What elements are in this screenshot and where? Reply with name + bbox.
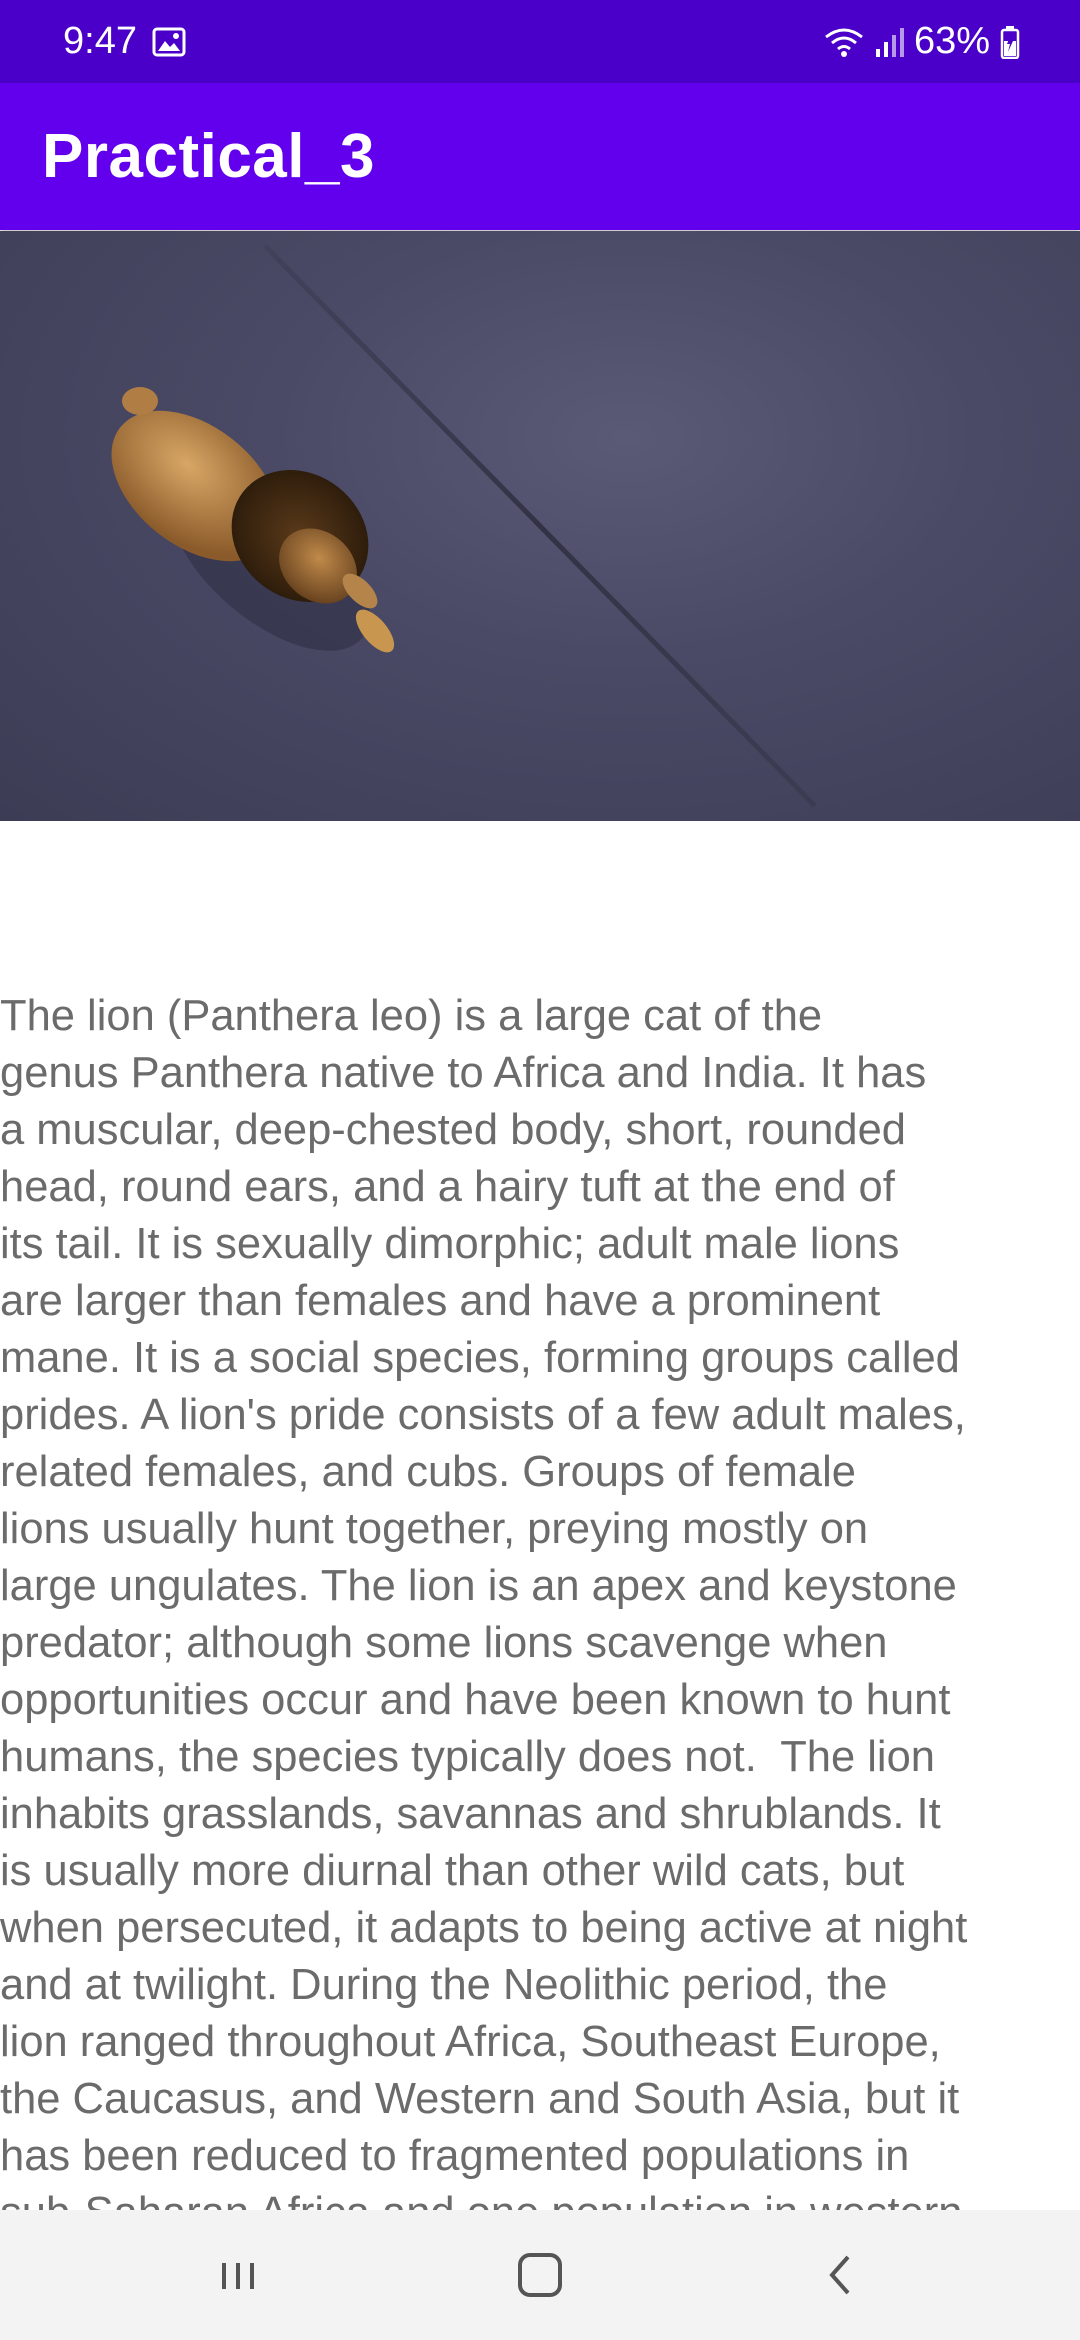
image-icon [152,27,186,57]
status-time: 9:47 [63,20,137,62]
system-nav-bar [0,2210,1080,2340]
battery-percent: 63% [913,20,990,62]
recents-icon[interactable] [208,2245,268,2305]
home-icon[interactable] [510,2245,570,2305]
status-bar: 9:47 63% [0,0,1080,83]
lion-description: The lion (Panthera leo) is a large cat o… [0,992,968,2210]
signal-icon [875,27,904,57]
lion-model-view[interactable] [0,231,1080,821]
battery-icon [1000,25,1020,59]
app-bar: Practical_3 [0,83,1080,230]
lion-model-illustration [111,244,817,808]
wifi-icon [825,28,863,57]
app-title: Practical_3 [42,122,375,191]
back-icon[interactable] [812,2245,872,2305]
status-indicators: 63% [824,20,1020,63]
